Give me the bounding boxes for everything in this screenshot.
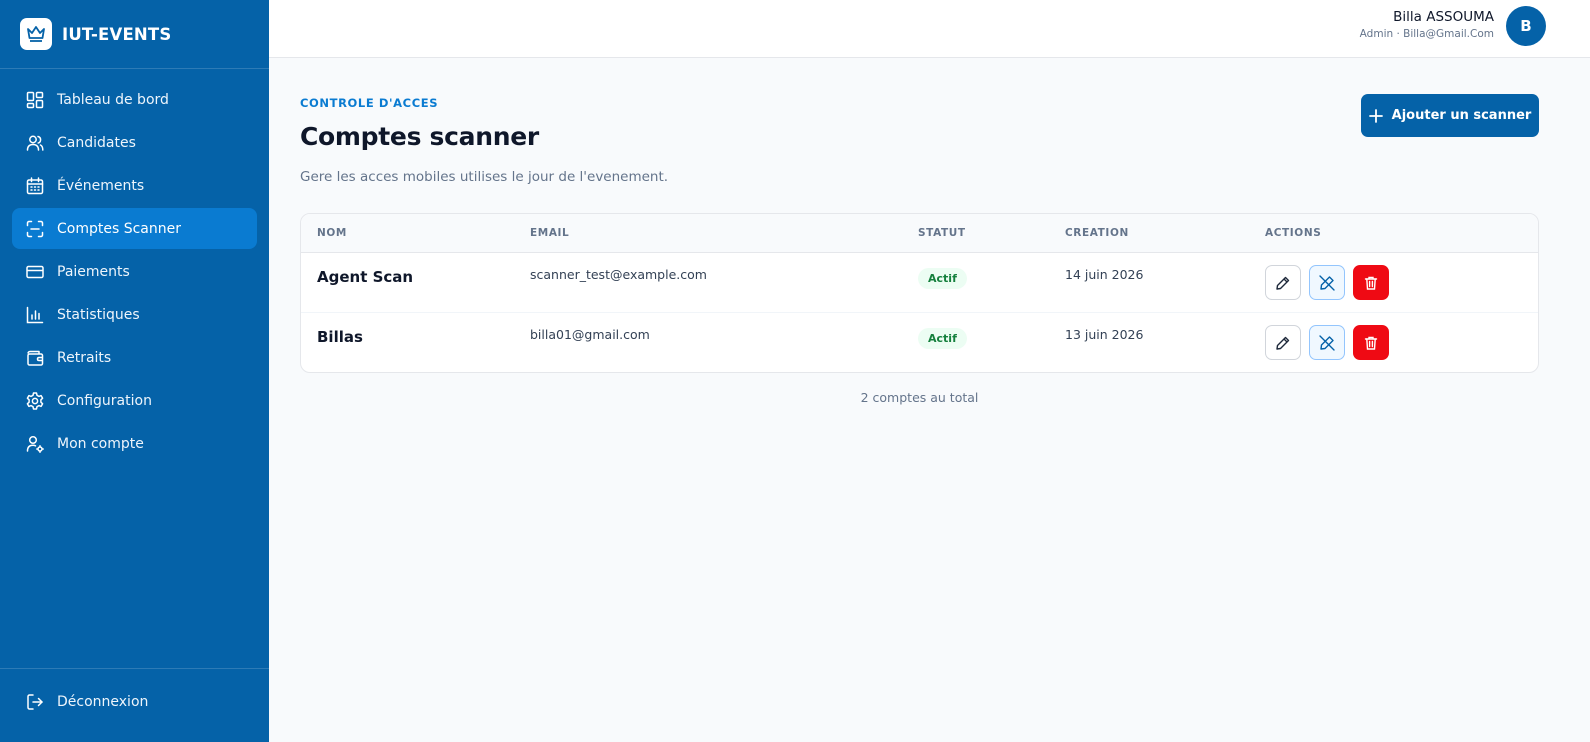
column-header-creation: CREATION bbox=[1065, 227, 1129, 239]
scan-icon bbox=[26, 220, 44, 237]
column-header-email: EMAIL bbox=[530, 227, 570, 239]
edit-button[interactable] bbox=[1265, 265, 1301, 300]
bar-chart-icon bbox=[26, 306, 44, 323]
sidebar-item-scanner-accounts[interactable]: Comptes Scanner bbox=[12, 208, 257, 249]
delete-button[interactable] bbox=[1353, 325, 1389, 360]
users-icon bbox=[26, 135, 44, 151]
logout-label: Déconnexion bbox=[57, 693, 149, 710]
gear-icon bbox=[26, 391, 44, 410]
user-gear-icon bbox=[26, 435, 44, 453]
page-subtitle: Gere les acces mobiles utilises le jour … bbox=[300, 169, 669, 185]
table-row: Billas billa01@gmail.com Actif 13 juin 2… bbox=[301, 313, 1538, 372]
row-created-date: 13 juin 2026 bbox=[1065, 327, 1144, 342]
row-name: Agent Scan bbox=[317, 268, 414, 286]
disable-button[interactable] bbox=[1309, 325, 1345, 360]
sidebar: IUT-EVENTS Tableau de bord Candidates Év… bbox=[0, 0, 269, 742]
table-header: NOM EMAIL STATUT CREATION ACTIONS bbox=[301, 214, 1538, 253]
status-badge: Actif bbox=[918, 268, 967, 289]
logout-button[interactable]: Déconnexion bbox=[12, 681, 257, 722]
table-row: Agent Scan scanner_test@example.com Acti… bbox=[301, 253, 1538, 313]
dashboard-icon bbox=[26, 91, 44, 108]
add-scanner-label: Ajouter un scanner bbox=[1391, 108, 1532, 123]
row-name: Billas bbox=[317, 328, 363, 346]
trash-icon bbox=[1364, 336, 1378, 350]
user-name: Billa ASSOUMA bbox=[1393, 9, 1494, 25]
pencil-icon bbox=[1276, 336, 1290, 350]
top-bar: Billa ASSOUMA Admin · Billa@Gmail.Com B bbox=[269, 0, 1590, 58]
row-email: billa01@gmail.com bbox=[530, 327, 650, 342]
sidebar-item-events[interactable]: Événements bbox=[12, 165, 257, 206]
sidebar-item-label: Candidates bbox=[57, 134, 136, 151]
wallet-icon bbox=[27, 350, 44, 366]
column-header-name: NOM bbox=[317, 227, 347, 239]
scanner-accounts-table: NOM EMAIL STATUT CREATION ACTIONS Agent … bbox=[300, 213, 1539, 373]
brand[interactable]: IUT-EVENTS bbox=[0, 0, 269, 69]
pencil-icon bbox=[1276, 276, 1290, 290]
credit-card-icon bbox=[26, 265, 44, 278]
sidebar-item-label: Configuration bbox=[57, 392, 152, 409]
sidebar-nav: Tableau de bord Candidates Événements Co… bbox=[0, 69, 269, 464]
total-count: 2 comptes au total bbox=[860, 390, 979, 405]
sidebar-item-label: Tableau de bord bbox=[57, 91, 169, 108]
sidebar-item-label: Mon compte bbox=[57, 435, 144, 452]
sidebar-footer: Déconnexion bbox=[0, 668, 269, 742]
row-actions bbox=[1265, 265, 1389, 300]
sidebar-item-candidates[interactable]: Candidates bbox=[12, 122, 257, 163]
page-title: Comptes scanner bbox=[300, 122, 539, 151]
logout-icon bbox=[27, 693, 43, 710]
column-header-status: STATUT bbox=[918, 227, 966, 239]
sidebar-item-label: Comptes Scanner bbox=[57, 220, 181, 237]
user-info[interactable]: Billa ASSOUMA Admin · Billa@Gmail.Com bbox=[1360, 9, 1494, 40]
sidebar-item-configuration[interactable]: Configuration bbox=[12, 380, 257, 421]
delete-button[interactable] bbox=[1353, 265, 1389, 300]
avatar[interactable]: B bbox=[1506, 6, 1546, 46]
sidebar-item-label: Statistiques bbox=[57, 306, 140, 323]
brand-name: IUT-EVENTS bbox=[62, 24, 172, 44]
sidebar-item-label: Événements bbox=[57, 177, 145, 194]
disable-button[interactable] bbox=[1309, 265, 1345, 300]
edit-button[interactable] bbox=[1265, 325, 1301, 360]
sidebar-item-statistics[interactable]: Statistiques bbox=[12, 294, 257, 335]
sidebar-item-withdrawals[interactable]: Retraits bbox=[12, 337, 257, 378]
slashed-pencil-icon bbox=[1319, 334, 1335, 351]
crown-logo-icon bbox=[20, 18, 52, 50]
row-created-date: 14 juin 2026 bbox=[1065, 267, 1144, 282]
section-eyebrow: CONTROLE D'ACCES bbox=[300, 96, 439, 110]
slashed-pencil-icon bbox=[1319, 274, 1335, 291]
sidebar-item-my-account[interactable]: Mon compte bbox=[12, 423, 257, 464]
sidebar-item-dashboard[interactable]: Tableau de bord bbox=[12, 79, 257, 120]
add-scanner-button[interactable]: Ajouter un scanner bbox=[1361, 94, 1539, 137]
row-email: scanner_test@example.com bbox=[530, 267, 707, 282]
trash-icon bbox=[1364, 276, 1378, 290]
sidebar-item-payments[interactable]: Paiements bbox=[12, 251, 257, 292]
plus-icon bbox=[1368, 108, 1383, 123]
user-role-email: Admin · Billa@Gmail.Com bbox=[1359, 28, 1494, 40]
sidebar-item-label: Paiements bbox=[57, 263, 130, 280]
sidebar-item-label: Retraits bbox=[57, 349, 112, 366]
calendar-icon bbox=[26, 176, 44, 194]
row-actions bbox=[1265, 325, 1389, 360]
column-header-actions: ACTIONS bbox=[1265, 227, 1322, 239]
status-badge: Actif bbox=[918, 328, 967, 349]
